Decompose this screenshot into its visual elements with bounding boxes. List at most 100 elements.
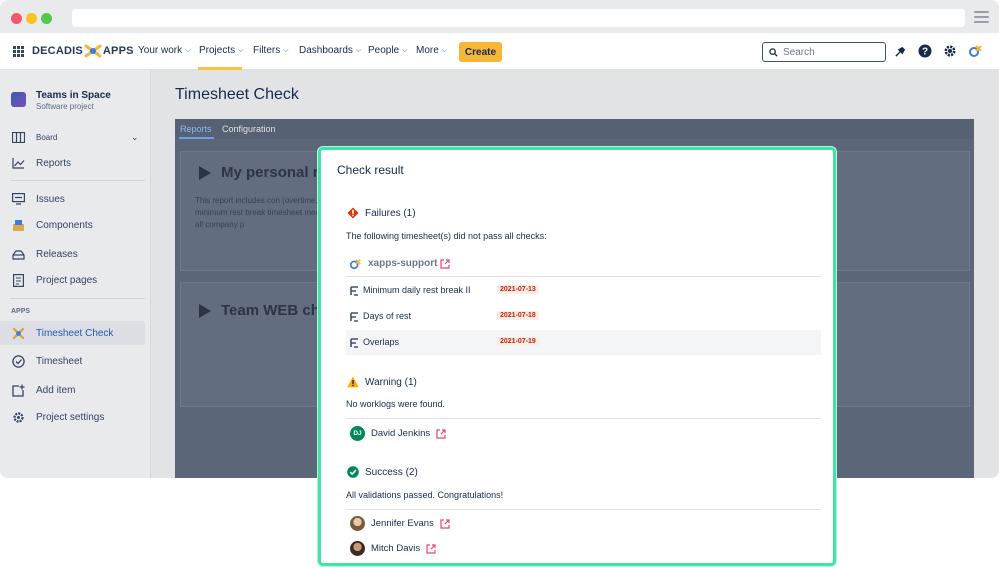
address-bar[interactable]	[72, 9, 965, 27]
browser-chrome	[0, 0, 999, 33]
check-name: Minimum daily rest break II	[363, 285, 471, 295]
tab-configuration[interactable]: Configuration	[222, 124, 276, 134]
page-title: Timesheet Check	[175, 86, 299, 103]
success-user-link[interactable]: Mitch Davis	[350, 541, 436, 556]
logo-text-left: DECADIS	[32, 45, 83, 57]
chevron-down-icon: ⌵	[283, 46, 289, 54]
failed-check-row: Days of rest 2021-07-18	[346, 304, 821, 329]
sidebar-item-label: Releases	[36, 248, 78, 260]
timesheet-icon	[12, 354, 25, 368]
sidebar-item-label: Issues	[36, 193, 65, 205]
nav-dashboards-label: Dashboards	[299, 45, 353, 56]
check-date-badge: 2021-07-18	[497, 311, 539, 320]
maximize-window-dot[interactable]	[41, 13, 52, 24]
expand-icon[interactable]	[199, 166, 211, 180]
warning-icon	[347, 376, 359, 388]
components-icon	[12, 219, 25, 232]
nav-people-label: People	[368, 45, 400, 56]
sidebar-item-project-pages[interactable]: Project pages	[0, 268, 145, 292]
help-icon[interactable]: ?	[918, 44, 932, 58]
failures-title: Failures (1)	[365, 208, 416, 219]
nav-more[interactable]: More ⌵	[416, 45, 447, 56]
check-name: Overlaps	[363, 337, 400, 347]
divider	[346, 509, 821, 510]
sidebar-item-issues[interactable]: Issues	[0, 187, 145, 211]
logo-text-right: APPS	[102, 45, 134, 57]
nav-your-work-label: Your work	[138, 45, 183, 56]
browser-menu-icon[interactable]	[974, 11, 989, 24]
report-description: This report includes con (overtime, mini…	[195, 196, 327, 229]
failure-user-link[interactable]: xapps-support	[368, 258, 451, 269]
nav-projects[interactable]: Projects ⌵	[199, 45, 243, 56]
chevron-down-icon[interactable]: ⌄	[131, 132, 139, 143]
rule-icon	[350, 312, 358, 322]
sidebar-item-board[interactable]: Board ⌄	[0, 125, 145, 149]
expand-icon[interactable]	[199, 304, 211, 318]
tab-bar: Reports Configuration	[175, 119, 974, 139]
dialog-title: Check result	[337, 163, 404, 177]
project-avatar[interactable]	[11, 92, 26, 107]
board-icon	[12, 131, 25, 144]
top-navigation: DECADIS APPS Your work ⌵ Projects ⌵ Filter…	[0, 33, 999, 70]
failed-check-row: Minimum daily rest break II 2021-07-13	[346, 278, 821, 303]
sidebar-item-releases[interactable]: Releases	[0, 242, 145, 266]
minimize-window-dot[interactable]	[26, 13, 37, 24]
nav-filters[interactable]: Filters ⌵	[253, 45, 289, 56]
chevron-down-icon: ⌵	[355, 46, 362, 54]
user-name: Mitch Davis	[371, 543, 421, 554]
success-user-link[interactable]: Jennifer Evans	[350, 516, 450, 531]
external-link-icon	[436, 428, 446, 439]
user-name: David Jenkins	[371, 428, 431, 439]
error-icon	[347, 207, 359, 219]
chevron-down-icon: ⌵	[441, 46, 448, 54]
user-avatar-icon[interactable]	[968, 44, 982, 58]
sidebar-item-label: Timesheet Check	[36, 327, 114, 339]
nav-dashboards[interactable]: Dashboards ⌵	[299, 45, 361, 56]
success-description: All validations passed. Congratulations!	[346, 490, 504, 500]
notifications-icon[interactable]	[893, 44, 907, 58]
sidebar-item-label: Project pages	[36, 274, 98, 286]
reports-icon	[12, 157, 25, 170]
sidebar-item-label: Components	[36, 219, 93, 231]
gear-icon[interactable]	[943, 44, 957, 58]
sidebar-item-timesheet[interactable]: Timesheet	[0, 349, 145, 373]
user-name: Jennifer Evans	[371, 518, 434, 529]
nav-your-work[interactable]: Your work ⌵	[138, 45, 190, 56]
warning-title: Warning (1)	[365, 377, 417, 388]
app-switcher-icon[interactable]	[13, 46, 24, 57]
search-input[interactable]: Search	[762, 42, 886, 62]
project-name[interactable]: Teams in Space	[36, 90, 111, 101]
divider	[346, 418, 821, 419]
search-icon	[769, 47, 778, 57]
sidebar: Teams in Space Software project Board ⌄ …	[0, 70, 151, 478]
logo[interactable]: DECADIS APPS	[32, 44, 134, 58]
nav-filters-label: Filters	[253, 45, 281, 56]
sidebar-item-label: Reports	[36, 157, 72, 169]
sidebar-divider	[10, 298, 145, 299]
failure-user-row: xapps-support	[346, 256, 821, 277]
chevron-down-icon: ⌵	[238, 46, 244, 54]
create-button[interactable]: Create	[459, 42, 502, 62]
sidebar-item-components[interactable]: Components	[0, 213, 145, 237]
external-link-icon	[440, 258, 451, 269]
sidebar-item-label: Board	[36, 132, 58, 142]
close-window-dot[interactable]	[11, 13, 22, 24]
report-title: Team WEB che	[221, 302, 329, 319]
sidebar-item-timesheet-check[interactable]: Timesheet Check	[0, 321, 145, 345]
svg-text:?: ?	[922, 47, 928, 58]
sidebar-item-label: Timesheet	[36, 355, 83, 367]
sidebar-item-project-settings[interactable]: Project settings	[0, 405, 145, 429]
warning-user-link[interactable]: DJ David Jenkins	[350, 426, 446, 441]
tab-reports[interactable]: Reports	[180, 124, 212, 134]
search-placeholder: Search	[783, 46, 815, 58]
project-type: Software project	[36, 102, 94, 111]
avatar	[350, 541, 365, 556]
sidebar-item-label: Project settings	[36, 411, 105, 423]
rule-icon	[350, 338, 358, 348]
sidebar-item-reports[interactable]: Reports	[0, 151, 145, 175]
sidebar-item-add-item[interactable]: Add item	[0, 378, 145, 402]
releases-icon	[12, 248, 25, 261]
nav-people[interactable]: People ⌵	[368, 45, 407, 56]
failures-description: The following timesheet(s) did not pass …	[346, 231, 547, 241]
pages-icon	[12, 273, 25, 287]
